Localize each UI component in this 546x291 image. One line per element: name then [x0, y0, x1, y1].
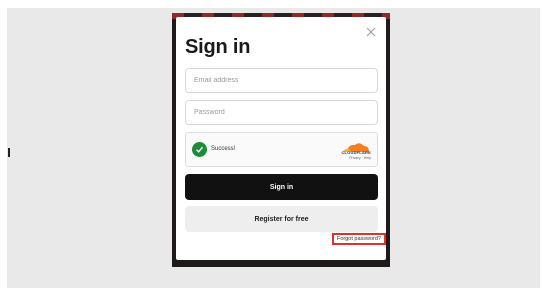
email-field[interactable] [185, 68, 378, 93]
forgot-password-link[interactable]: Forgot password? [331, 233, 386, 245]
page-title: Sign in [185, 36, 251, 58]
page-edge-marker [8, 148, 10, 157]
captcha-status: Success! [211, 146, 236, 152]
captcha-widget[interactable]: Success! CLOUDFLARE Privacy · Help [185, 132, 378, 167]
captcha-links[interactable]: Privacy · Help [349, 156, 371, 160]
captcha-provider: CLOUDFLARE [341, 150, 371, 155]
close-icon[interactable] [364, 25, 378, 39]
check-circle-icon [192, 142, 207, 157]
password-field[interactable] [185, 100, 378, 125]
register-button[interactable]: Register for free [185, 206, 378, 232]
signin-dialog: Sign in Success! CLOUDFLARE Privacy · He… [176, 17, 386, 260]
signin-button[interactable]: Sign in [185, 174, 378, 200]
